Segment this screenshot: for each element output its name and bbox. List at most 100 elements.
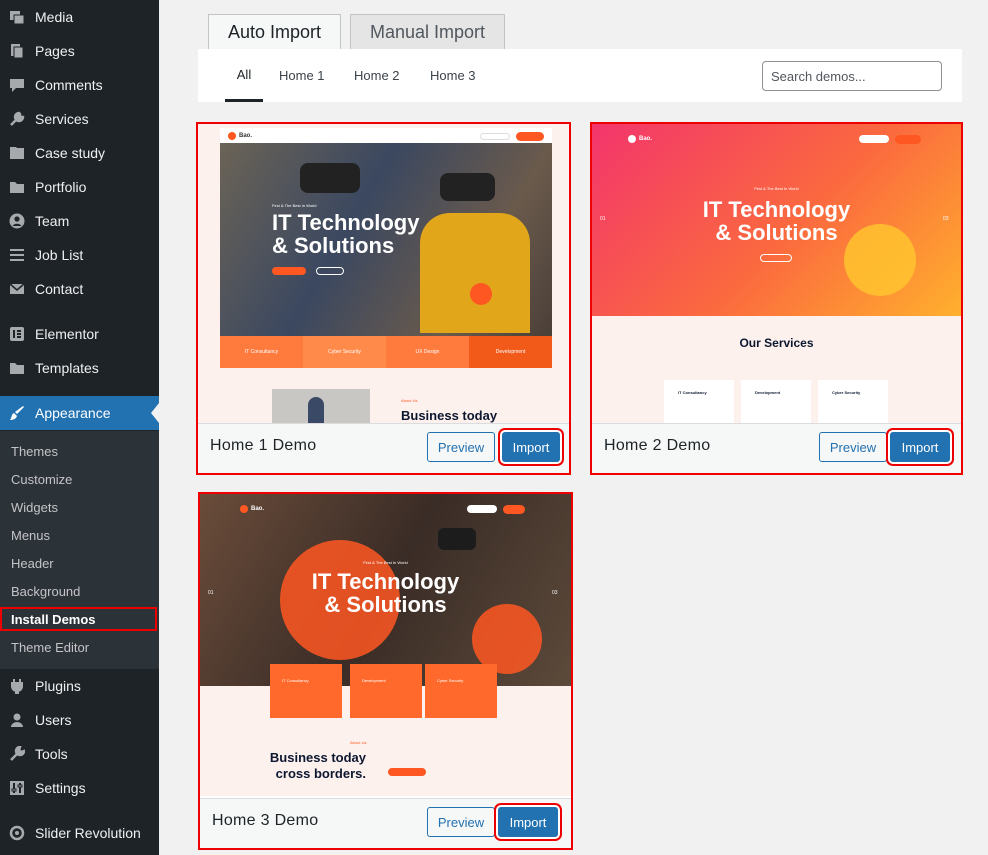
elementor-icon [8, 325, 26, 343]
vr-headset-graphic [438, 528, 476, 550]
tab-auto-import[interactable]: Auto Import [208, 14, 341, 50]
menu-users[interactable]: Users [0, 703, 159, 737]
menu-label: Plugins [35, 678, 81, 694]
appearance-submenu: Themes Customize Widgets Menus Header Ba… [0, 431, 159, 669]
mock-nav-search [516, 131, 544, 141]
menu-templates[interactable]: Templates [0, 351, 159, 385]
slide-number-prev: 01 [600, 216, 606, 222]
settings-icon [8, 779, 26, 797]
menu-media[interactable]: Media [0, 0, 159, 34]
mock-nav: Bao. [200, 494, 571, 514]
menu-services[interactable]: Services [0, 102, 159, 136]
demo-screenshot[interactable]: Bao. First & The Best In World IT Techno… [198, 124, 569, 423]
submenu-customize[interactable]: Customize [0, 465, 159, 493]
tab-manual-import[interactable]: Manual Import [350, 14, 505, 49]
menu-label: Case study [35, 145, 106, 161]
menu-label: Tools [35, 746, 68, 762]
demo-screenshot[interactable]: Bao. First & The Best In World IT Techno… [200, 494, 571, 796]
service-card: Development [741, 380, 811, 423]
about-tag: About Us [350, 740, 367, 745]
demo-card-home-2: Bao. First & The Best In World IT Techno… [590, 122, 963, 475]
menu-slider-revolution[interactable]: Slider Revolution [0, 816, 159, 850]
service-card: Development [350, 664, 422, 718]
menu-elementor[interactable]: Elementor [0, 317, 159, 351]
demo-screenshot[interactable]: Bao. First & The Best In World IT Techno… [592, 124, 961, 423]
menu-label: Users [35, 712, 72, 728]
submenu-widgets[interactable]: Widgets [0, 493, 159, 521]
menu-appearance[interactable]: Appearance [0, 396, 159, 430]
service-card: IT Consultancy [664, 380, 734, 423]
filter-home-2[interactable]: Home 2 [354, 49, 400, 102]
pages-icon [8, 42, 26, 60]
filter-home-1[interactable]: Home 1 [279, 49, 325, 102]
templates-icon [8, 359, 26, 377]
demo-title: Home 1 Demo [210, 437, 317, 454]
preview-button[interactable]: Preview [427, 807, 495, 837]
mock-nav-search [895, 134, 921, 144]
menu-team[interactable]: Team [0, 204, 159, 238]
submenu-menus[interactable]: Menus [0, 521, 159, 549]
slide-number-prev: 01 [208, 590, 214, 596]
media-icon [8, 8, 26, 26]
mock-logo: Bao. [628, 135, 652, 143]
service-card: IT Consultancy [270, 664, 342, 718]
filter-all[interactable]: All [225, 49, 263, 102]
menu-plugins[interactable]: Plugins [0, 669, 159, 703]
hero-tag: First & The Best In World [363, 560, 408, 565]
hero-title: IT Technology & Solutions [272, 210, 420, 259]
menu-contact[interactable]: Contact [0, 272, 159, 306]
import-button[interactable]: Import [498, 807, 558, 837]
mock-nav: Bao. [220, 128, 552, 144]
menu-tools[interactable]: Tools [0, 737, 159, 771]
menu-portfolio[interactable]: Portfolio [0, 170, 159, 204]
preview-button[interactable]: Preview [427, 432, 495, 462]
hero-gradient: Bao. First & The Best In World IT Techno… [592, 124, 961, 316]
filter-home-3[interactable]: Home 3 [430, 49, 476, 102]
comments-icon [8, 76, 26, 94]
card-footer: Home 2 Demo Preview Import [592, 423, 961, 473]
mock-nav-button [467, 505, 497, 513]
import-button[interactable]: Import [502, 432, 560, 462]
feature-item: UX Design [386, 336, 469, 368]
menu-case-study[interactable]: Case study [0, 136, 159, 170]
menu-settings[interactable]: Settings [0, 771, 159, 805]
vr-headset-graphic [300, 163, 360, 193]
feature-strip: IT Consultancy Cyber Security UX Design … [220, 336, 552, 368]
job-list-icon [8, 246, 26, 264]
portfolio-icon [8, 178, 26, 196]
submenu-header[interactable]: Header [0, 549, 159, 577]
menu-label: Contact [35, 281, 84, 297]
service-card: Cyber Security [818, 380, 888, 423]
plugins-icon [8, 677, 26, 695]
mock-cta-outline [316, 267, 344, 275]
submenu-themes[interactable]: Themes [0, 437, 159, 465]
demo-filter-bar: All Home 1 Home 2 Home 3 [198, 49, 962, 102]
menu-label: Slider Revolution [35, 825, 141, 841]
appearance-icon [8, 404, 26, 422]
demo-title: Home 3 Demo [212, 812, 319, 829]
import-button[interactable]: Import [890, 432, 950, 462]
about-title: Business today [401, 408, 498, 423]
contact-icon [8, 280, 26, 298]
search-demos-input[interactable] [762, 61, 942, 91]
submenu-theme-editor[interactable]: Theme Editor [0, 633, 159, 661]
feature-item: Development [469, 336, 552, 368]
menu-job-list[interactable]: Job List [0, 238, 159, 272]
menu-label: Services [35, 111, 89, 127]
submenu-install-demos[interactable]: Install Demos [0, 607, 157, 631]
slider-revolution-icon [8, 824, 26, 842]
menu-label: Settings [35, 780, 86, 796]
demo-card-home-3: Bao. First & The Best In World IT Techno… [198, 492, 573, 850]
yellow-sweater [420, 213, 530, 333]
tools-icon [8, 745, 26, 763]
hero-title: IT Technology & Solutions [702, 197, 851, 246]
menu-comments[interactable]: Comments [0, 68, 159, 102]
team-icon [8, 212, 26, 230]
menu-pages[interactable]: Pages [0, 34, 159, 68]
active-indicator [151, 403, 159, 423]
menu-label: Media [35, 9, 74, 25]
preview-button[interactable]: Preview [819, 432, 887, 462]
menu-label: Templates [35, 360, 99, 376]
demo-card-home-1: Bao. First & The Best In World IT Techno… [196, 122, 571, 475]
submenu-background[interactable]: Background [0, 577, 159, 605]
